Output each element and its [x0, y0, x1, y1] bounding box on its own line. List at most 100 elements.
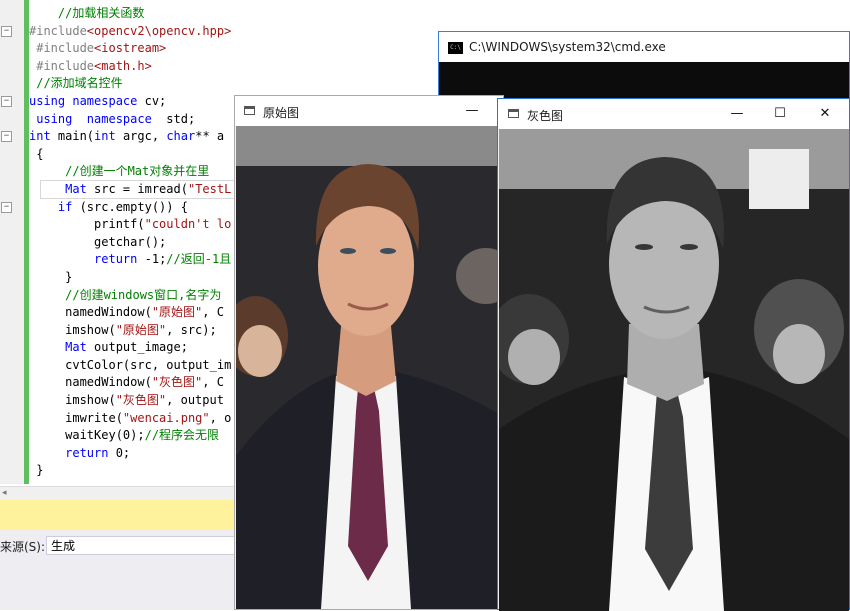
code-token: return [94, 252, 138, 267]
original-titlebar[interactable]: 原始图 — [235, 96, 503, 126]
code-line[interactable]: − if (src.empty()) { [1, 199, 231, 217]
code-line[interactable]: printf("couldn't lo [29, 216, 231, 234]
code-line[interactable]: #include<iostream> [29, 40, 231, 58]
code-token: imwrite( [29, 410, 123, 425]
code-token: cvtColor(src, output_im [29, 357, 232, 372]
code-line[interactable]: getchar(); [29, 234, 231, 252]
code-token: std; [151, 111, 196, 126]
code-token: "wencai.png" [122, 410, 210, 425]
code-token: using namespace [29, 111, 152, 126]
code-line[interactable]: − int main(int argc, char** a [1, 128, 231, 146]
fold-toggle-icon[interactable]: − [1, 131, 12, 143]
code-line[interactable]: } [29, 462, 231, 480]
code-token: , o [209, 410, 232, 425]
code-line[interactable]: imwrite("wencai.png", o [29, 410, 231, 428]
code-token: src = imread( [86, 181, 188, 196]
code-token: if [57, 199, 73, 214]
code-token: waitKey(0); [29, 428, 145, 443]
code-line[interactable]: #include<math.h> [29, 58, 231, 76]
portrait-photo-grayscale [499, 129, 849, 611]
code-token: namedWindow( [29, 305, 152, 320]
code-line[interactable]: waitKey(0);//程序会无限 [29, 427, 231, 445]
window-icon [244, 106, 255, 115]
code-token: getchar(); [29, 234, 167, 249]
code-line[interactable]: { [29, 146, 231, 164]
code-token: ** a [195, 129, 225, 144]
code-line[interactable]: //添加域名控件 [29, 75, 231, 93]
code-line[interactable]: cvtColor(src, output_im [29, 357, 231, 375]
code-token: output_image; [86, 340, 188, 355]
code-line[interactable]: return -1;//返回-1且 [29, 251, 231, 269]
original-window-title: 原始图 [263, 106, 300, 120]
code-token: //加载相关函数 [29, 6, 145, 20]
portrait-photo [236, 126, 502, 609]
fold-toggle-icon[interactable]: − [1, 95, 12, 107]
original-image [236, 126, 502, 609]
code-token: //创建windows窗口,名字为 [29, 287, 222, 302]
code-token: Mat [65, 181, 87, 196]
code-token: //程序会无限 [144, 428, 220, 443]
code-lines[interactable]: //加载相关函数 − #include<opencv2\opencv.hpp> #i… [1, 5, 232, 480]
code-token: "原始图" [115, 322, 167, 337]
code-token: "TestL [187, 181, 232, 196]
code-token: } [29, 463, 44, 478]
minimize-button[interactable]: — [461, 100, 483, 122]
close-button[interactable]: ✕ [814, 103, 836, 125]
gray-image-window[interactable]: 灰色图 — ☐ ✕ [497, 98, 850, 611]
code-line[interactable]: imshow("原始图", src); [29, 322, 231, 340]
code-token: "灰色图" [151, 375, 203, 390]
code-line[interactable]: //加载相关函数 [29, 5, 231, 23]
code-token: , C [202, 375, 224, 390]
code-line[interactable]: − using namespace cv; [1, 93, 231, 111]
code-token: //创建一个Mat对象并在里 [29, 164, 210, 179]
code-token: printf( [29, 217, 145, 232]
code-token: using namespace [29, 93, 138, 108]
code-token: char [166, 129, 196, 144]
output-source-dropdown[interactable]: 生成 [46, 536, 256, 555]
gray-window-title: 灰色图 [527, 109, 564, 123]
code-line[interactable]: Mat src = imread("TestL [29, 181, 231, 199]
code-token: <opencv2\opencv.hpp> [86, 23, 232, 38]
code-token: cv; [137, 93, 167, 108]
code-token: #include [29, 58, 95, 73]
code-line[interactable]: using namespace std; [29, 111, 231, 129]
original-image-window[interactable]: 原始图 — [234, 95, 504, 610]
code-token: Mat [65, 340, 87, 355]
editor-gutter [0, 0, 25, 484]
code-line[interactable]: } [29, 269, 231, 287]
code-line[interactable]: Mat output_image; [29, 339, 231, 357]
code-token: #include [29, 23, 87, 38]
cmd-titlebar[interactable]: C:\ C:\WINDOWS\system32\cmd.exe [439, 32, 849, 62]
code-token: //返回-1且 [166, 252, 232, 267]
maximize-button[interactable]: ☐ [769, 103, 791, 125]
code-line[interactable]: namedWindow("灰色图", C [29, 374, 231, 392]
code-line[interactable]: //创建windows窗口,名字为 [29, 287, 231, 305]
code-line[interactable]: //创建一个Mat对象并在里 [29, 163, 231, 181]
code-line[interactable]: namedWindow("原始图", C [29, 304, 231, 322]
scroll-left-icon[interactable]: ◂ [2, 488, 7, 498]
code-token: "couldn't lo [144, 217, 232, 232]
code-line[interactable]: return 0; [29, 445, 231, 463]
code-token: //添加域名控件 [29, 76, 123, 91]
code-token: main( [50, 129, 95, 144]
code-line[interactable]: − #include<opencv2\opencv.hpp> [1, 23, 232, 41]
minimize-button[interactable]: — [726, 103, 748, 125]
cmd-icon: C:\ [448, 42, 463, 54]
code-token: #include [29, 41, 95, 56]
code-token: <math.h> [94, 58, 152, 73]
code-token: , C [202, 305, 224, 320]
cmd-window-title: C:\WINDOWS\system32\cmd.exe [469, 40, 666, 54]
fold-toggle-icon[interactable]: − [1, 201, 12, 213]
code-token: , src); [166, 322, 217, 337]
code-token: return [65, 445, 109, 460]
fold-toggle-icon[interactable]: − [1, 25, 12, 37]
code-token: 0; [108, 445, 131, 460]
code-token: imshow( [29, 393, 116, 408]
code-line[interactable]: imshow("灰色图", output [29, 392, 231, 410]
gray-titlebar[interactable]: 灰色图 — ☐ ✕ [498, 99, 849, 129]
code-token: int [94, 129, 116, 144]
